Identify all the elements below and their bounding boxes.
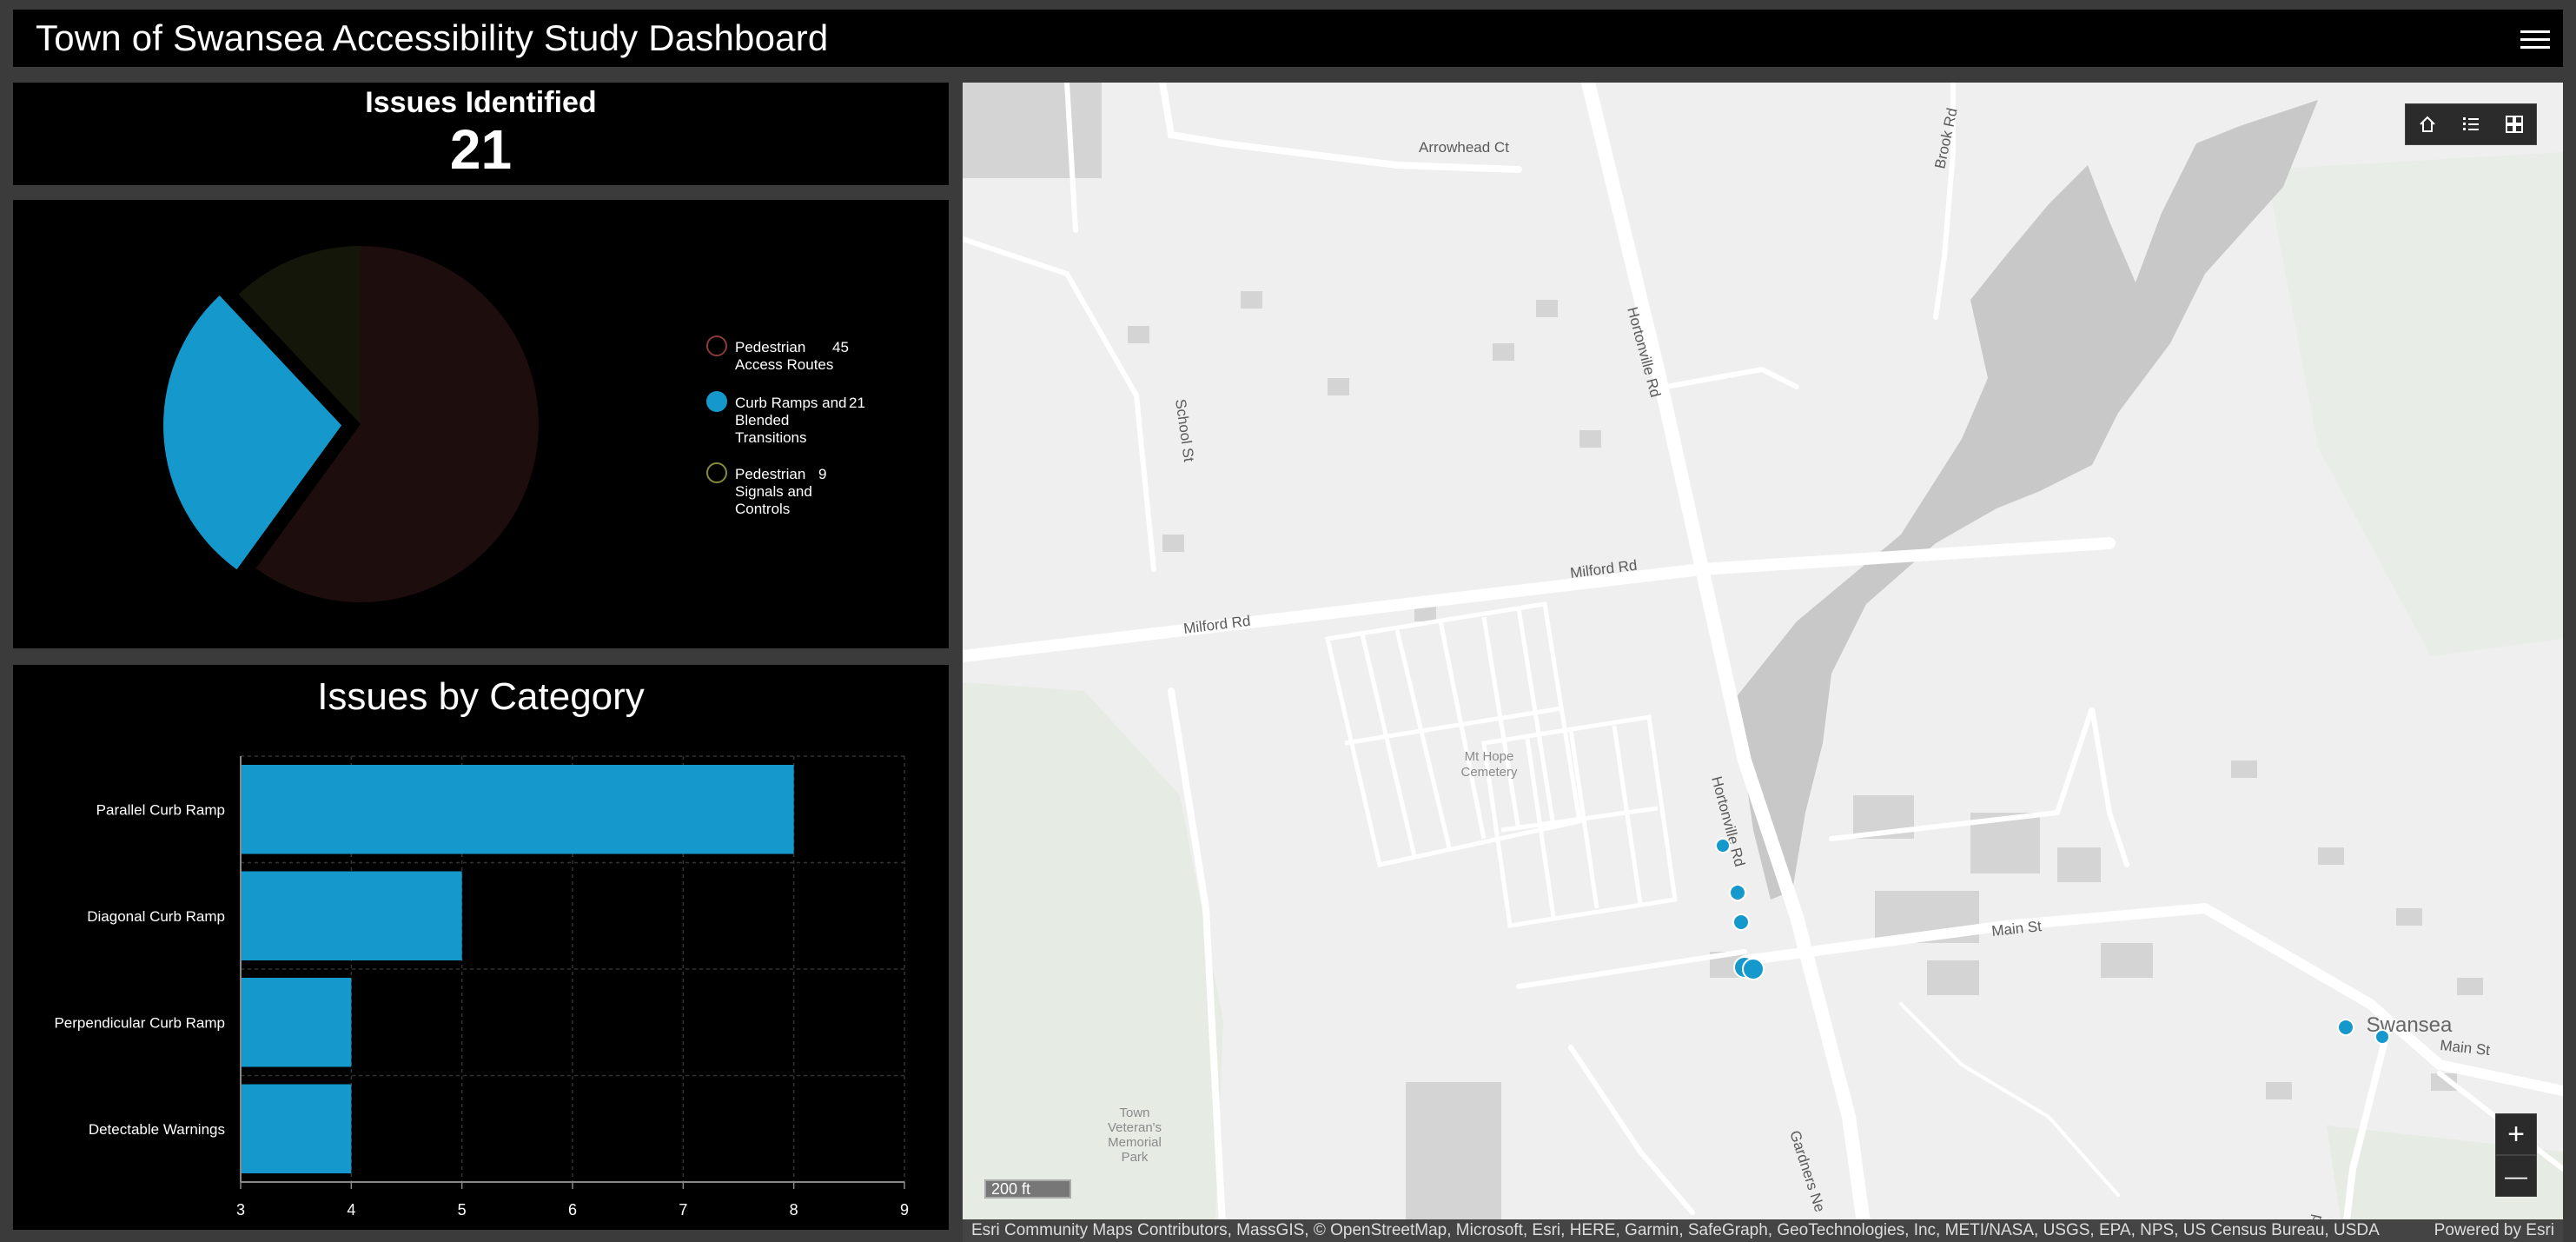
bar-chart-panel: Issues by Category 3 4 5 6 7 8 9 Parallel Curb … [13,665,949,1230]
map-label-main-2: Main St [2440,1037,2492,1059]
legend-swatch [706,391,727,412]
issue-point[interactable] [1729,884,1746,901]
map-label-park-3: Memorial [1108,1135,1162,1150]
x-tick-label: 5 [458,1201,467,1219]
powered-by: Powered by Esri [2434,1221,2554,1239]
map-label-cemetery-1: Mt Hope [1465,749,1514,764]
legend-label: Pedestrian [735,339,805,355]
x-tick-label: 6 [568,1201,577,1219]
pie-chart-panel: Pedestrian Access Routes 45 Curb Ramps and B… [13,200,949,648]
bar[interactable] [241,978,352,1067]
category-label: Detectable Warnings [89,1121,225,1138]
map-label-park-4: Park [1122,1150,1149,1165]
legend-label: Signals and [735,483,812,500]
map-label-arrowhead: Arrowhead Ct [1419,139,1509,156]
legend-label: Controls [735,501,790,517]
attribution-text: Esri Community Maps Contributors, MassGI… [971,1221,2380,1239]
indicator-value: 21 [449,118,513,181]
bar[interactable] [241,765,794,854]
dashboard-title: Town of Swansea Accessibility Study Dash… [36,17,829,58]
legend-label: Curb Ramps and [735,395,847,411]
legend-value: 45 [832,339,849,355]
x-tick-label: 7 [679,1201,687,1219]
scale-bar: 200 ft [984,1179,1071,1199]
legend-swatch [706,462,727,483]
plus-icon: + [2507,1118,2525,1151]
issues-indicator: Issues Identified 21 [13,83,949,185]
legend-label: Transitions [735,429,807,446]
map-attribution: Esri Community Maps Contributors, MassGI… [963,1219,2563,1242]
legend-swatch [706,335,727,356]
zoom-in-button[interactable]: + [2495,1113,2537,1155]
issue-point[interactable] [2337,1019,2354,1036]
category-label: Parallel Curb Ramp [96,801,225,818]
map-legend-button[interactable] [2449,104,2493,144]
hamburger-menu-icon[interactable] [2520,25,2550,51]
pie-chart: PedestrianAccess Routes45Curb Ramps andB… [163,246,865,602]
map-home-button[interactable] [2406,104,2449,144]
bar[interactable] [241,1084,352,1174]
x-tick-label: 4 [347,1201,355,1219]
map-basemap-button[interactable] [2493,104,2536,144]
map-label-gardners: Gardners Ne [1786,1128,1828,1213]
home-icon [2420,116,2435,132]
map-panel[interactable]: Arrowhead Ct Brook Rd School St Hortonvi… [963,83,2563,1242]
legend-label: Access Routes [735,356,833,373]
map-label-hortonville-2: Hortonville Rd [1708,774,1748,868]
map-canvas[interactable]: Arrowhead Ct Brook Rd School St Hortonvi… [963,83,2563,1242]
map-label-cemetery-2: Cemetery [1460,765,1518,780]
category-label: Diagonal Curb Ramp [87,908,225,925]
bar-chart: 3 4 5 6 7 8 9 Parallel Curb Ramp Diagonal Curb R… [54,755,909,1219]
dashboard-header: Town of Swansea Accessibility Study Dash… [13,10,2563,67]
map-label-park-2: Veteran's [1108,1120,1162,1135]
issue-point[interactable] [1742,958,1765,980]
legend-value: 21 [849,395,865,411]
minus-icon: — [2505,1163,2527,1189]
x-tick-label: 9 [900,1201,909,1219]
map-label-school: School St [1172,398,1197,463]
map-label-milford-left: Milford Rd [1182,613,1251,637]
legend-label: Pedestrian [735,466,805,482]
category-label: Perpendicular Curb Ramp [54,1014,225,1031]
zoom-out-button[interactable]: — [2495,1155,2537,1197]
indicator-title: Issues Identified [365,86,597,119]
x-tick-label: 8 [790,1201,798,1219]
legend-label: Blended [735,412,789,428]
x-tick-label: 3 [236,1201,245,1219]
map-label-brook: Brook Rd [1931,107,1960,170]
map-label-park-1: Town [1119,1106,1149,1120]
basemap-gallery-icon [2506,116,2523,133]
map-label-main-1: Main St [1990,918,2043,940]
map-toolbar [2405,103,2537,145]
legend-list-icon [2463,117,2479,130]
issue-point[interactable] [2374,1029,2390,1045]
issue-point[interactable] [1732,913,1750,931]
legend-value: 9 [818,466,826,482]
bar[interactable] [241,871,462,961]
issue-point[interactable] [1715,838,1731,853]
